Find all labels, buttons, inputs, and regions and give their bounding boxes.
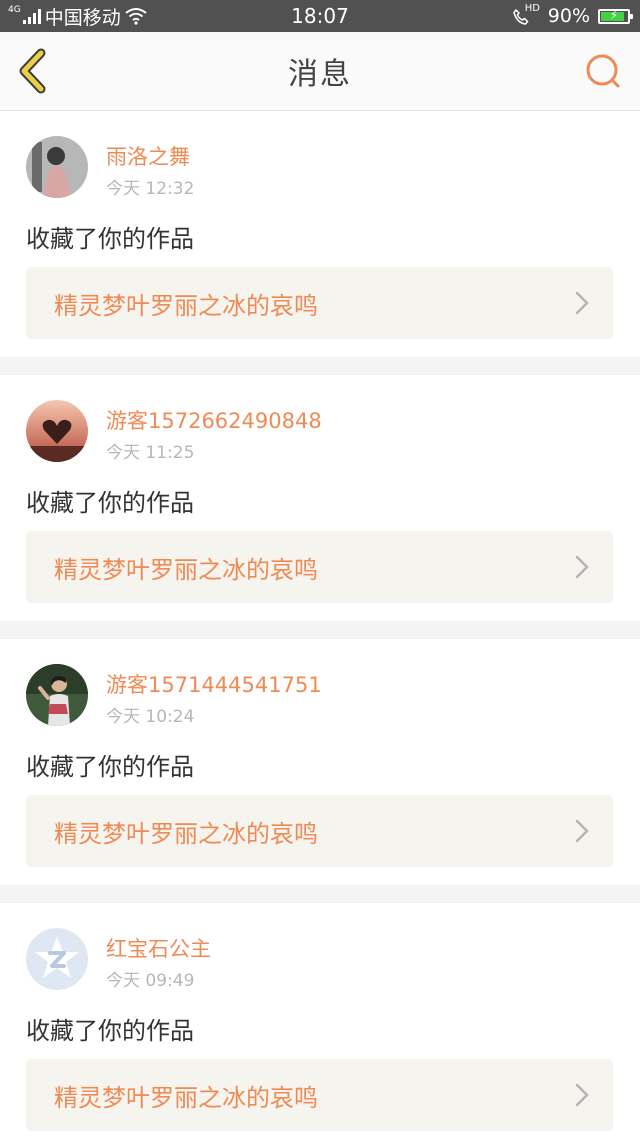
message-card: 红宝石公主 今天 09:49 收藏了你的作品 精灵梦叶罗丽之冰的哀鸣 — [0, 903, 640, 1138]
action-text: 收藏了你的作品 — [26, 1017, 194, 1045]
work-title: 精灵梦叶罗丽之冰的哀鸣 — [54, 555, 318, 584]
work-title: 精灵梦叶罗丽之冰的哀鸣 — [54, 291, 318, 320]
messages-page: 4G 中国移动 18:07 HD 90% ⚡ 消息 雨洛之舞 今天 12:32 … — [0, 0, 640, 1138]
work-link[interactable]: 精灵梦叶罗丽之冰的哀鸣 — [26, 1059, 613, 1131]
action-text: 收藏了你的作品 — [26, 225, 194, 253]
work-link[interactable]: 精灵梦叶罗丽之冰的哀鸣 — [26, 795, 613, 867]
search-icon — [586, 54, 620, 88]
message-time: 今天 12:32 — [106, 179, 195, 199]
user-name[interactable]: 游客1572662490848 — [106, 405, 322, 435]
page-title: 消息 — [288, 57, 352, 92]
message-time: 今天 10:24 — [106, 707, 195, 727]
battery-icon: ⚡ — [598, 7, 633, 24]
work-title: 精灵梦叶罗丽之冰的哀鸣 — [54, 819, 318, 848]
search-button[interactable] — [584, 52, 624, 92]
user-name[interactable]: 红宝石公主 — [106, 933, 211, 963]
action-text: 收藏了你的作品 — [26, 753, 194, 781]
work-link[interactable]: 精灵梦叶罗丽之冰的哀鸣 — [26, 267, 613, 339]
user-avatar[interactable] — [26, 136, 88, 198]
message-card: 游客1572662490848 今天 11:25 收藏了你的作品 精灵梦叶罗丽之… — [0, 375, 640, 621]
user-avatar[interactable] — [26, 928, 88, 990]
battery-percent: 90% — [547, 5, 590, 27]
nav-header: 消息 — [0, 32, 640, 111]
message-card: 雨洛之舞 今天 12:32 收藏了你的作品 精灵梦叶罗丽之冰的哀鸣 — [0, 111, 640, 357]
work-title: 精灵梦叶罗丽之冰的哀鸣 — [54, 1083, 318, 1112]
charging-bolt-icon: ⚡ — [609, 7, 619, 22]
chevron-right-icon — [575, 819, 589, 843]
call-hd-badge: HD — [524, 3, 540, 14]
user-name[interactable]: 游客1571444541751 — [106, 669, 322, 699]
status-bar: 4G 中国移动 18:07 HD 90% ⚡ — [0, 0, 640, 32]
chevron-right-icon — [575, 1083, 589, 1107]
user-name[interactable]: 雨洛之舞 — [106, 141, 190, 171]
chevron-right-icon — [575, 555, 589, 579]
status-right: HD 90% ⚡ — [512, 0, 633, 32]
message-time: 今天 09:49 — [106, 971, 195, 991]
work-link[interactable]: 精灵梦叶罗丽之冰的哀鸣 — [26, 531, 613, 603]
call-hd-icon: HD — [512, 3, 540, 27]
message-card: 游客1571444541751 今天 10:24 收藏了你的作品 精灵梦叶罗丽之… — [0, 639, 640, 885]
message-time: 今天 11:25 — [106, 443, 195, 463]
user-avatar[interactable] — [26, 664, 88, 726]
action-text: 收藏了你的作品 — [26, 489, 194, 517]
chevron-right-icon — [575, 291, 589, 315]
user-avatar[interactable] — [26, 400, 88, 462]
